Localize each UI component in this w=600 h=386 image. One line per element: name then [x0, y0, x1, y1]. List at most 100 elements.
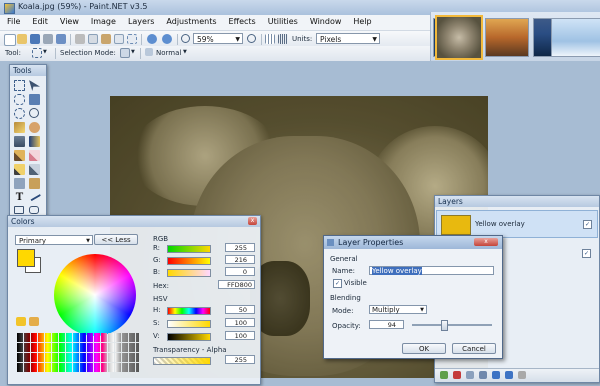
menu-utilities[interactable]: Utilities: [261, 15, 303, 26]
chevron-down-icon[interactable]: ▼: [131, 49, 135, 55]
print-icon[interactable]: [43, 34, 53, 44]
thumbnail-koala-active[interactable]: [435, 15, 483, 60]
h-value-input[interactable]: 50: [225, 305, 255, 314]
ellipse-select-tool-icon[interactable]: [14, 108, 25, 119]
zoom-in-icon[interactable]: [247, 34, 256, 43]
text-tool-icon[interactable]: T: [14, 192, 25, 203]
r-slider[interactable]: [167, 245, 211, 253]
palette-swatches[interactable]: [17, 332, 139, 372]
alpha-value-input[interactable]: 255: [225, 355, 255, 364]
primary-secondary-select[interactable]: Primary ▼: [15, 235, 93, 245]
open-icon[interactable]: [17, 34, 27, 44]
new-icon[interactable]: [4, 34, 16, 46]
paste-icon[interactable]: [101, 34, 111, 44]
move-down-icon[interactable]: [505, 371, 513, 379]
units-select[interactable]: Pixels ▼: [316, 33, 380, 44]
h-slider[interactable]: [167, 307, 211, 315]
gradient-tool-icon[interactable]: [29, 136, 40, 147]
b-slider[interactable]: [167, 269, 211, 277]
chevron-down-icon[interactable]: ▼: [183, 49, 187, 55]
thumbnail-penguins[interactable]: [551, 18, 600, 57]
undo-icon[interactable]: [147, 34, 157, 44]
ok-button[interactable]: OK: [402, 343, 446, 354]
paint-bucket-tool-icon[interactable]: [14, 136, 25, 147]
selection-mode-icon[interactable]: [120, 48, 130, 58]
eraser-tool-icon[interactable]: [29, 150, 40, 161]
thumbnail-desert[interactable]: [485, 18, 529, 57]
chevron-down-icon[interactable]: ▼: [43, 49, 47, 55]
s-value-input[interactable]: 100: [225, 318, 255, 327]
cancel-button[interactable]: Cancel: [452, 343, 496, 354]
v-slider[interactable]: [167, 333, 211, 341]
layer-row-selected[interactable]: Yellow overlay ✓: [436, 210, 598, 238]
opacity-value-input[interactable]: 94: [369, 320, 404, 329]
copy-icon[interactable]: [88, 34, 98, 44]
menu-adjustments[interactable]: Adjustments: [159, 15, 221, 26]
close-icon[interactable]: x: [248, 217, 257, 225]
layer-visible-checkbox[interactable]: ✓: [582, 249, 591, 258]
delete-layer-icon[interactable]: [453, 371, 461, 379]
cut-icon[interactable]: [75, 34, 85, 44]
menu-help[interactable]: Help: [346, 15, 376, 26]
menu-view[interactable]: View: [53, 15, 84, 26]
g-slider[interactable]: [167, 257, 211, 265]
primary-color-swatch[interactable]: [17, 249, 35, 267]
move-up-icon[interactable]: [492, 371, 500, 379]
v-value-input[interactable]: 100: [225, 331, 255, 340]
paintbrush-tool-icon[interactable]: [14, 150, 25, 161]
merge-layer-icon[interactable]: [479, 371, 487, 379]
palette-menu-icon[interactable]: [29, 317, 39, 326]
color-picker-tool-icon[interactable]: [29, 164, 40, 175]
duplicate-layer-icon[interactable]: [466, 371, 474, 379]
menu-image[interactable]: Image: [84, 15, 121, 26]
menu-file[interactable]: File: [0, 15, 25, 26]
alpha-slider[interactable]: [153, 357, 211, 365]
pan-tool-icon[interactable]: [29, 122, 40, 133]
rectangle-select-tool-icon[interactable]: [14, 80, 25, 91]
menu-layers[interactable]: Layers: [121, 15, 159, 26]
antialias-icon[interactable]: [145, 48, 153, 56]
move-selection-tool-icon[interactable]: [29, 94, 40, 105]
rectangle-select-icon[interactable]: [32, 48, 42, 58]
lasso-tool-icon[interactable]: [14, 94, 25, 105]
zoom-combo[interactable]: 59% ▼: [193, 33, 243, 44]
grid-icon[interactable]: [265, 34, 275, 44]
magic-wand-tool-icon[interactable]: [14, 122, 25, 133]
rounded-rectangle-tool-icon[interactable]: [29, 206, 39, 214]
opacity-slider-thumb[interactable]: [441, 320, 448, 331]
add-layer-icon[interactable]: [440, 371, 448, 379]
palette-icon[interactable]: [16, 317, 26, 326]
layer-visible-checkbox[interactable]: ✓: [583, 220, 592, 229]
zoom-out-icon[interactable]: [181, 34, 190, 43]
menu-effects[interactable]: Effects: [222, 15, 261, 26]
g-value-input[interactable]: 216: [225, 255, 255, 264]
visible-checkbox[interactable]: ✓: [333, 279, 342, 288]
deselect-icon[interactable]: [127, 34, 137, 44]
pencil-tool-icon[interactable]: [14, 164, 25, 175]
menu-edit[interactable]: Edit: [25, 15, 53, 26]
line-curve-tool-icon[interactable]: [27, 189, 42, 202]
close-icon[interactable]: x: [474, 238, 498, 246]
redo-icon[interactable]: [162, 34, 172, 44]
hex-value-input[interactable]: FFD800: [218, 280, 255, 289]
zoom-tool-icon[interactable]: [29, 108, 39, 118]
blend-mode-select[interactable]: Multiply ▼: [369, 305, 427, 314]
menu-window[interactable]: Window: [303, 15, 347, 26]
less-button[interactable]: << Less: [94, 234, 138, 245]
rectangle-tool-icon[interactable]: [14, 206, 24, 214]
layer-name-input[interactable]: Yellow overlay: [369, 266, 494, 275]
s-slider[interactable]: [167, 320, 211, 328]
recolor-tool-icon[interactable]: [29, 178, 40, 189]
blend-mode-value[interactable]: Normal: [156, 49, 181, 57]
rulers-icon[interactable]: [278, 34, 288, 44]
r-value-input[interactable]: 255: [225, 243, 255, 252]
clone-stamp-tool-icon[interactable]: [14, 178, 25, 189]
image-icon[interactable]: [56, 34, 66, 44]
crop-icon[interactable]: [114, 34, 124, 44]
move-tool-icon[interactable]: [29, 80, 40, 91]
b-value-input[interactable]: 0: [225, 267, 255, 276]
opacity-slider-track[interactable]: [412, 324, 492, 326]
save-icon[interactable]: [30, 34, 40, 44]
color-wheel[interactable]: [54, 254, 136, 336]
layer-properties-icon[interactable]: [518, 371, 526, 379]
